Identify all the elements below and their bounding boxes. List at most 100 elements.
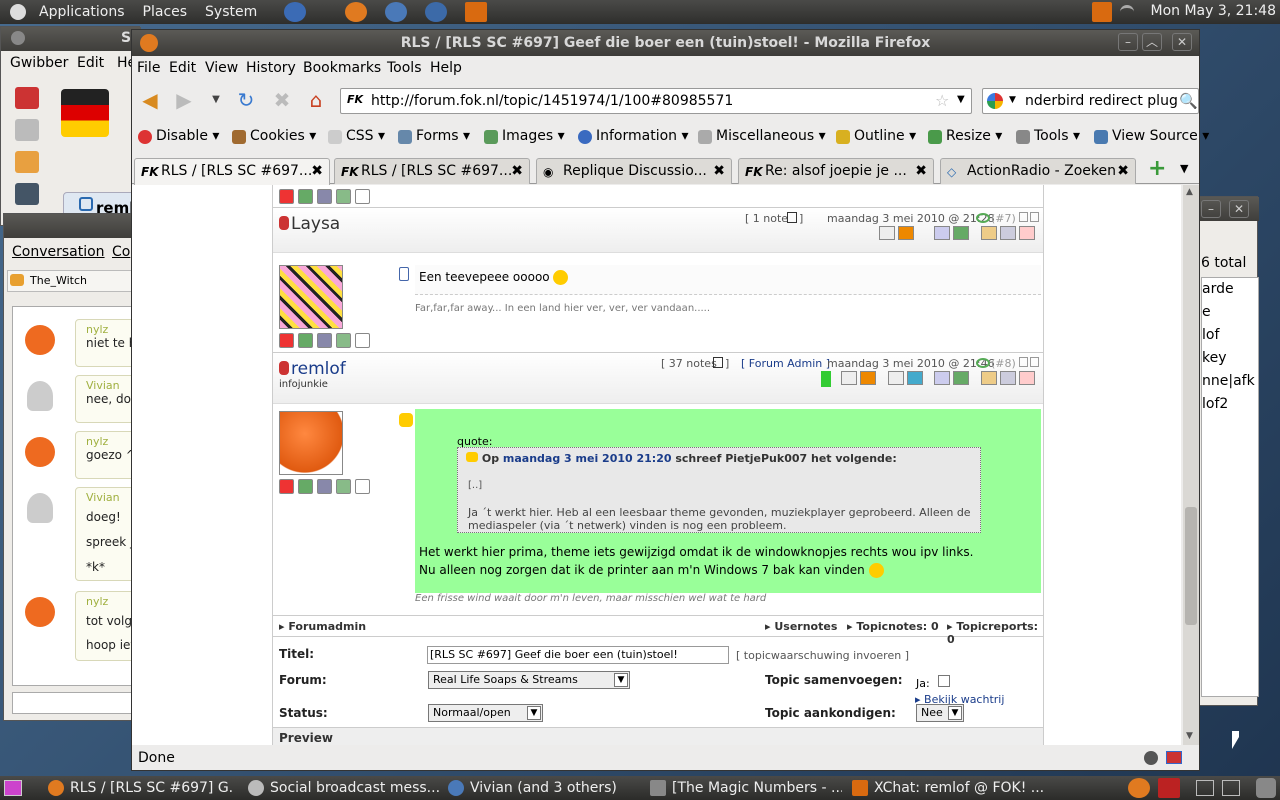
- wd-tools[interactable]: Tools ▾: [1016, 128, 1080, 144]
- user-icon[interactable]: [953, 371, 969, 385]
- workspace-1[interactable]: [1196, 780, 1214, 796]
- post-notes[interactable]: [ 1 note: [745, 212, 788, 225]
- move-icon[interactable]: [298, 189, 313, 204]
- split-icon[interactable]: [317, 479, 332, 494]
- tab-list-dropdown-icon[interactable]: ▼: [1180, 162, 1188, 175]
- edit-icon[interactable]: [336, 333, 351, 348]
- bookmark-star-icon[interactable]: ☆: [935, 91, 949, 110]
- edit-post-icon[interactable]: [981, 226, 997, 240]
- search-icon[interactable]: 🔍: [1179, 92, 1198, 110]
- menu-bookmarks[interactable]: Bookmarks: [303, 60, 381, 76]
- trash-icon[interactable]: [1256, 778, 1276, 798]
- post-username[interactable]: remlof: [291, 359, 346, 379]
- wd-disable[interactable]: Disable ▾: [138, 128, 219, 144]
- arrow-up-icon[interactable]: [1019, 357, 1028, 367]
- post-number[interactable]: (#7): [991, 212, 1016, 225]
- twitter-icon[interactable]: [907, 371, 923, 385]
- menu-help[interactable]: Help: [430, 60, 462, 76]
- merge-checkbox[interactable]: [938, 675, 950, 687]
- url-bar[interactable]: FK http://forum.fok.nl/topic/1451974/1/1…: [340, 88, 972, 114]
- tab-4[interactable]: FK Re: alsof joepie je ... ✖: [738, 158, 934, 184]
- page-content[interactable]: Laysa [ 1 note ] maandag 3 mei 2010 @ 21…: [132, 185, 1181, 745]
- status-select[interactable]: Normaal/open ▼: [428, 704, 543, 722]
- system-menu[interactable]: System: [196, 4, 266, 20]
- menu-file[interactable]: File: [137, 60, 160, 76]
- applications-menu[interactable]: Applications: [30, 4, 134, 20]
- user-list-item[interactable]: e: [1202, 301, 1258, 324]
- user-list-item[interactable]: arde: [1202, 278, 1258, 301]
- user-list-item[interactable]: lof: [1202, 324, 1258, 347]
- forward-button[interactable]: ▶: [170, 88, 198, 112]
- post-username[interactable]: Laysa: [291, 214, 340, 234]
- screen-icon[interactable]: [15, 183, 39, 205]
- edit-icon[interactable]: [336, 189, 351, 204]
- move-icon[interactable]: [298, 479, 313, 494]
- forum-select[interactable]: Real Life Soaps & Streams ▼: [428, 671, 630, 689]
- tab-close-icon[interactable]: ✖: [713, 159, 725, 183]
- taskbar-xchat[interactable]: XChat: remlof @ FOK! ...: [848, 778, 1044, 798]
- eye-icon[interactable]: [976, 213, 990, 223]
- edit-post-icon[interactable]: [981, 371, 997, 385]
- menu-edit[interactable]: Edit: [169, 60, 196, 76]
- gwibber-launcher-icon[interactable]: [385, 2, 408, 22]
- user-list-item[interactable]: key: [1202, 347, 1258, 370]
- select-checkbox[interactable]: [355, 333, 370, 348]
- delete-icon[interactable]: [279, 333, 294, 348]
- chat-tab-the-witch[interactable]: The_Witch: [7, 270, 144, 292]
- taskbar-firefox[interactable]: RLS / [RLS SC #697] G...: [44, 778, 234, 798]
- xchat-launcher-icon[interactable]: [465, 2, 488, 22]
- user-list-item[interactable]: lof2: [1202, 393, 1258, 416]
- tab-5[interactable]: ◇ ActionRadio - Zoeken ✖: [940, 158, 1136, 184]
- tab-close-icon[interactable]: ✖: [311, 159, 323, 183]
- gwibber-edit-menu[interactable]: Edit: [77, 55, 104, 71]
- arrow-down-icon[interactable]: [1030, 357, 1039, 367]
- help-icon[interactable]: [284, 2, 307, 22]
- tab-1[interactable]: FK RLS / [RLS SC #697... ✖: [134, 158, 330, 185]
- scrollbar-thumb[interactable]: [1185, 507, 1197, 625]
- tray-filezilla-icon[interactable]: [1158, 778, 1180, 798]
- tab-2[interactable]: FK RLS / [RLS SC #697... ✖: [334, 158, 530, 184]
- history-dropdown[interactable]: ▼: [202, 88, 230, 112]
- select-checkbox[interactable]: [355, 479, 370, 494]
- delete-icon[interactable]: [279, 479, 294, 494]
- home-icon[interactable]: [15, 87, 39, 109]
- tab-close-icon[interactable]: ✖: [1117, 159, 1129, 183]
- wd-css[interactable]: CSS ▾: [328, 128, 385, 144]
- wd-miscellaneous[interactable]: Miscellaneous ▾: [698, 128, 826, 144]
- ubuntu-logo-icon[interactable]: [10, 4, 26, 20]
- post-number[interactable]: (#8): [991, 357, 1016, 370]
- wd-cookies[interactable]: Cookies ▾: [232, 128, 316, 144]
- edit-icon[interactable]: [336, 479, 351, 494]
- maximize-button[interactable]: ︿: [1142, 33, 1162, 51]
- minimize-button[interactable]: –: [1118, 33, 1138, 51]
- reply-icon[interactable]: [15, 151, 39, 173]
- user-icon[interactable]: [953, 226, 969, 240]
- url-text[interactable]: http://forum.fok.nl/topic/1451974/1/100#…: [371, 93, 733, 109]
- quote-multi-icon[interactable]: [1019, 226, 1035, 240]
- taskbar-music[interactable]: [The Magic Numbers - ...: [646, 778, 842, 798]
- mail-icon[interactable]: [841, 371, 857, 385]
- eye-icon[interactable]: [976, 358, 990, 368]
- vertical-scrollbar[interactable]: ▲ ▼: [1183, 185, 1199, 745]
- bug-icon[interactable]: [1144, 751, 1158, 765]
- user-list-item[interactable]: nne|afk: [1202, 370, 1258, 393]
- stop-button[interactable]: ✖: [268, 88, 296, 112]
- usernotes-link[interactable]: ▸ Usernotes: [765, 620, 837, 633]
- arrow-down-icon[interactable]: [1030, 212, 1039, 222]
- network-icon[interactable]: [1120, 5, 1134, 19]
- google-engine-icon[interactable]: [987, 93, 1003, 109]
- user-list[interactable]: arde e lof key nne|afk lof2: [1201, 277, 1259, 697]
- chat-log[interactable]: nylz niet te h Vivian nee, do nylz goezo ^ …: [12, 306, 155, 686]
- menu-history[interactable]: History: [246, 60, 296, 76]
- xchat-tray-icon[interactable]: [1092, 2, 1112, 22]
- xchat-minimize-button[interactable]: –: [1201, 200, 1221, 218]
- arrow-up-icon[interactable]: [1019, 212, 1028, 222]
- forum-admin-badge[interactable]: [ Forum Admin ]: [741, 357, 830, 370]
- website-icon[interactable]: [888, 371, 904, 385]
- move-icon[interactable]: [298, 333, 313, 348]
- workspace-2[interactable]: [1222, 780, 1240, 796]
- tab-close-icon[interactable]: ✖: [915, 159, 927, 183]
- home-button[interactable]: ⌂: [302, 88, 330, 112]
- announce-select[interactable]: Nee ▼: [916, 704, 964, 722]
- mail-icon[interactable]: [879, 226, 895, 240]
